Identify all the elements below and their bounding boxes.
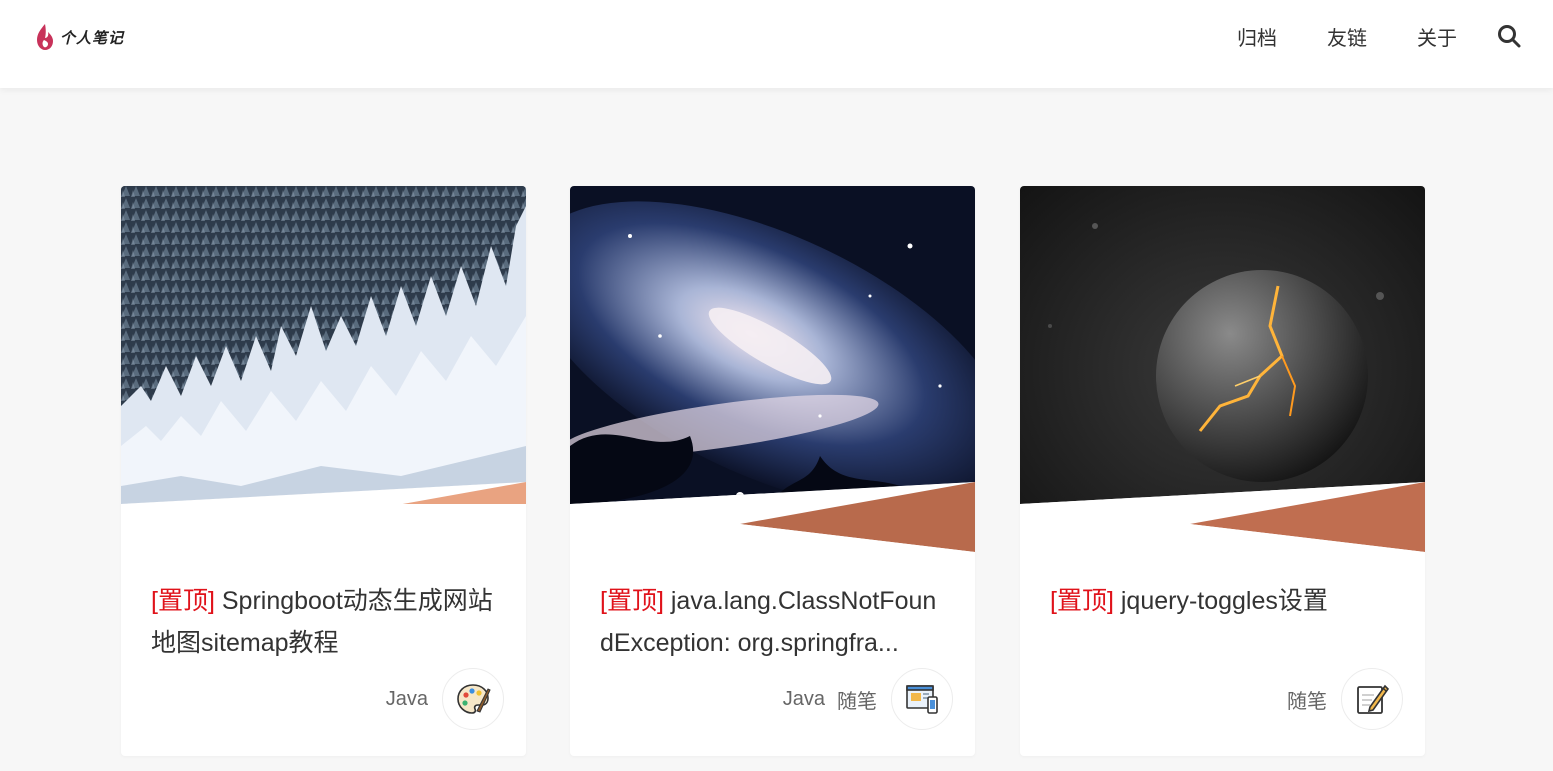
post-tag[interactable]: Java [386, 688, 428, 711]
post-title[interactable]: [置顶] jquery-toggles设置 [1050, 580, 1395, 622]
category-avatar[interactable] [442, 668, 504, 730]
post-tag[interactable]: 随笔 [837, 685, 877, 714]
post-card[interactable]: [置顶] java.lang.ClassNotFoundException: o… [570, 186, 975, 756]
post-cover-image[interactable] [570, 186, 975, 552]
nav-item-about[interactable]: 关于 [1417, 22, 1457, 51]
main-nav: 归档 友链 关于 [1187, 0, 1521, 72]
nav-item-links[interactable]: 友链 [1327, 22, 1367, 51]
search-button[interactable] [1497, 24, 1521, 48]
post-tag[interactable]: 随笔 [1287, 685, 1327, 714]
pinned-label: [置顶] [600, 587, 664, 615]
site-logo[interactable]: 个人笔记 [34, 22, 124, 52]
tag-list: Java 随笔 [771, 685, 877, 714]
window-device-icon [906, 685, 938, 714]
post-cover-image[interactable] [121, 186, 526, 552]
search-icon [1498, 25, 1521, 48]
post-meta: Java [374, 668, 504, 730]
category-avatar[interactable] [1341, 668, 1403, 730]
nav-item-archive[interactable]: 归档 [1237, 22, 1277, 51]
post-meta: Java 随笔 [771, 668, 953, 730]
post-meta: 随笔 [1275, 668, 1403, 730]
tag-list: 随笔 [1275, 685, 1327, 714]
pinned-label: [置顶] [151, 587, 215, 615]
post-title[interactable]: [置顶] Springboot动态生成网站地图sitemap教程 [151, 580, 496, 664]
palette-icon [457, 684, 491, 714]
post-card[interactable]: [置顶] jquery-toggles设置 随笔 [1020, 186, 1425, 756]
category-avatar[interactable] [891, 668, 953, 730]
edit-note-icon [1357, 684, 1390, 714]
post-title[interactable]: [置顶] java.lang.ClassNotFoundException: o… [600, 580, 945, 664]
tag-list: Java [374, 688, 428, 711]
post-title-text: jquery-toggles设置 [1120, 587, 1328, 615]
site-header: 个人笔记 归档 友链 关于 [0, 0, 1553, 88]
flame-logo-icon [37, 24, 53, 50]
post-card[interactable]: [置顶] Springboot动态生成网站地图sitemap教程 Java [121, 186, 526, 756]
post-tag[interactable]: Java [783, 688, 825, 711]
logo-text: 个人笔记 [60, 28, 125, 47]
post-cover-image[interactable] [1020, 186, 1425, 552]
pinned-label: [置顶] [1050, 587, 1114, 615]
